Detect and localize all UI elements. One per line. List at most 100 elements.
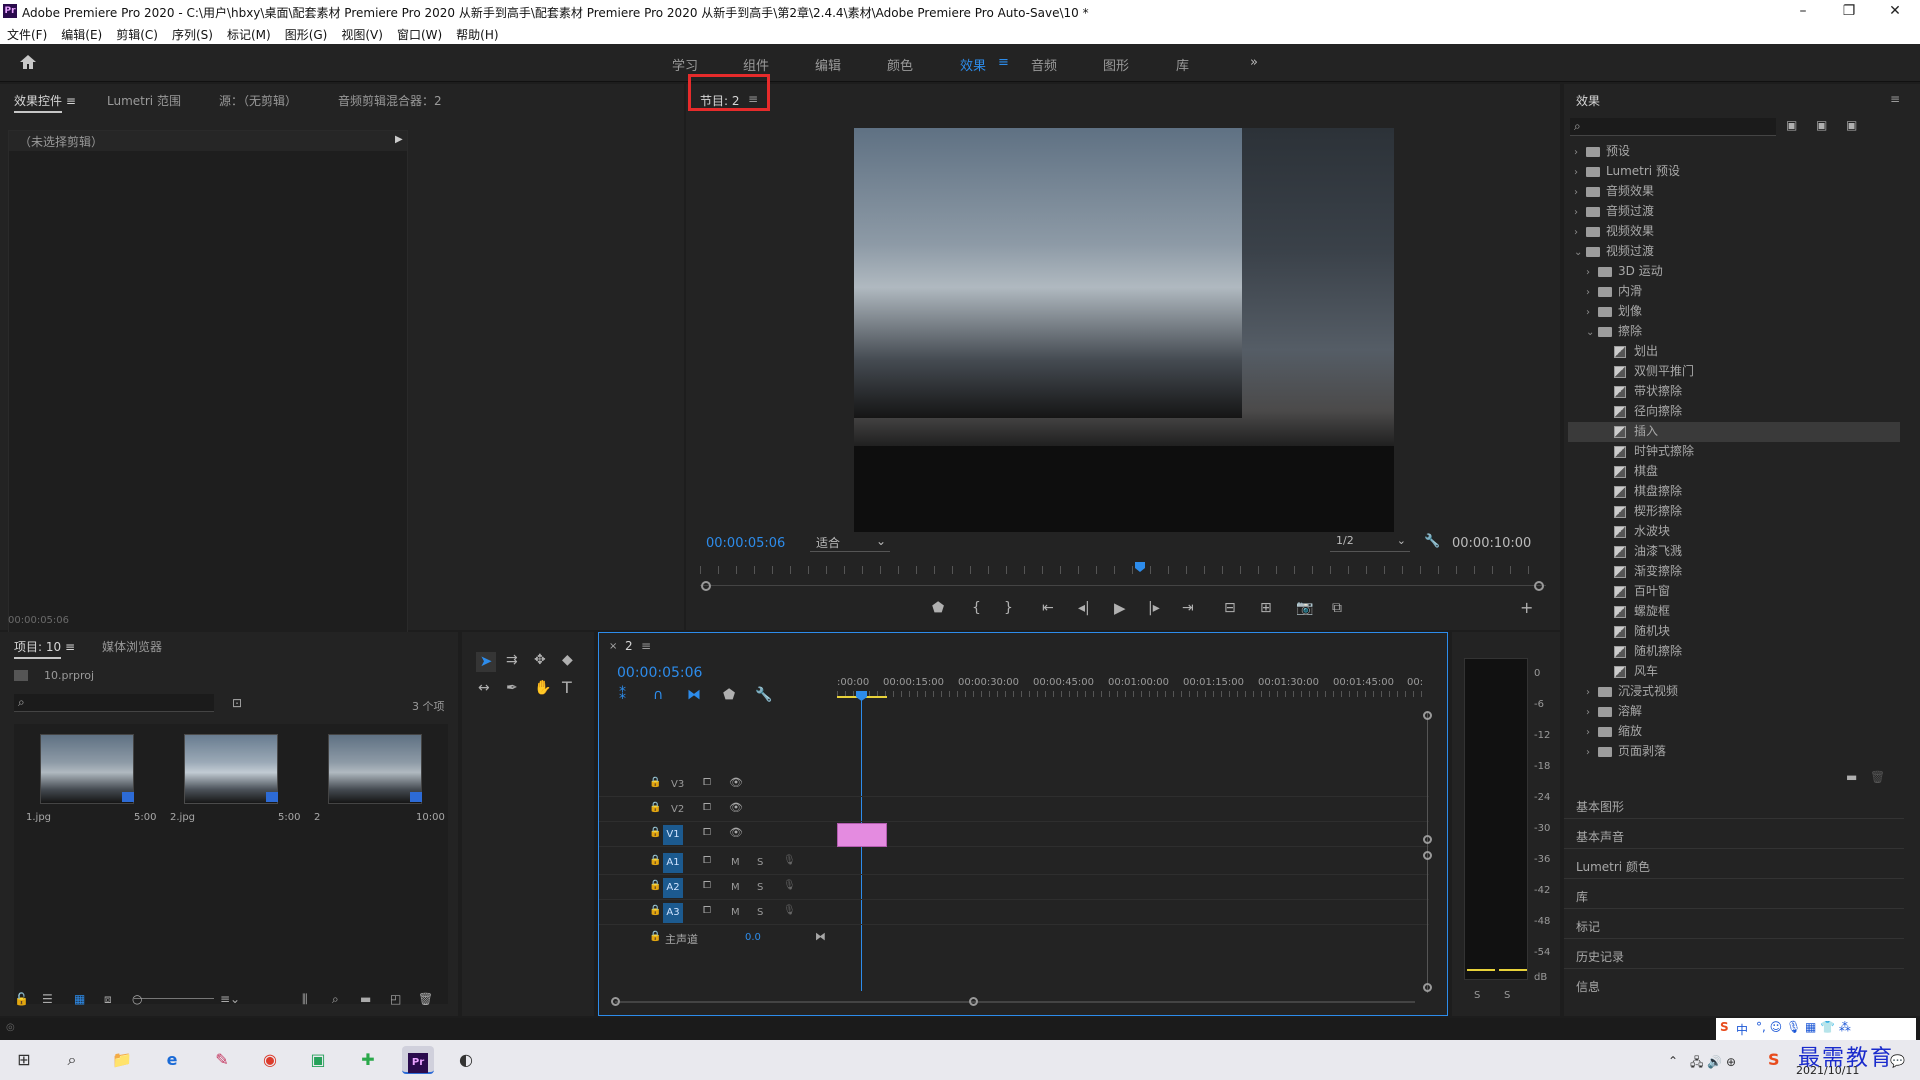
scroll-handle[interactable] xyxy=(1423,851,1432,860)
tab-lumetri-scopes[interactable]: Lumetri 范围 xyxy=(107,92,181,109)
hscroll-right-handle[interactable] xyxy=(969,997,978,1006)
project-item-2[interactable]: 2.jpg 5:00 xyxy=(162,724,302,828)
effects-transition-item[interactable]: 随机擦除 xyxy=(1568,642,1900,662)
mark-in-icon[interactable]: { xyxy=(972,600,981,616)
program-current-timecode[interactable]: 00:00:05:06 xyxy=(706,536,785,551)
effects-folder[interactable]: › 缩放 xyxy=(1568,722,1900,742)
effects-transition-item[interactable]: 棋盘 xyxy=(1568,462,1900,482)
workspace-graphics[interactable]: 图形 xyxy=(1103,55,1129,74)
workspace-assembly[interactable]: 组件 xyxy=(743,55,769,74)
pen-tool-icon[interactable]: ✒ xyxy=(506,680,518,696)
menu-file[interactable]: 文件(F) xyxy=(0,24,54,43)
tab-program[interactable]: 节目: 2 xyxy=(700,92,740,109)
project-search-input[interactable]: ⌕ xyxy=(14,694,214,712)
nest-icon[interactable]: ⁑ xyxy=(619,687,626,703)
snap-icon[interactable]: ∩ xyxy=(653,687,663,703)
chevron-right-icon[interactable]: › xyxy=(1586,687,1598,698)
chevron-right-icon[interactable]: › xyxy=(1586,727,1598,738)
tab-media-browser[interactable]: 媒体浏览器 xyxy=(102,638,162,655)
chevron-right-icon[interactable]: › xyxy=(1574,147,1586,158)
chevron-down-icon[interactable]: ⌄ xyxy=(1586,327,1598,338)
type-tool-icon[interactable]: T xyxy=(562,678,572,697)
sync-lock-icon[interactable]: ⧠ xyxy=(703,855,711,866)
solo-right-button[interactable]: S xyxy=(1504,990,1510,1001)
track-select-tool-icon[interactable]: ⇉ xyxy=(506,652,518,668)
comparison-view-icon[interactable]: ⧉ xyxy=(1332,600,1342,616)
zoom-slider-handle[interactable]: ○ xyxy=(132,992,142,1006)
mic-icon[interactable]: 🎙 xyxy=(783,855,796,866)
effects-transition-item[interactable]: 双侧平推门 xyxy=(1568,362,1900,382)
chevron-down-icon[interactable]: ⌄ xyxy=(1574,247,1586,258)
premiere-taskbar-icon[interactable]: Pr xyxy=(402,1046,434,1074)
sync-lock-icon[interactable]: ⧠ xyxy=(703,777,711,788)
tab-sequence[interactable]: 2 xyxy=(625,639,633,653)
add-marker-timeline-icon[interactable]: ⬟ xyxy=(723,687,735,703)
ime-toolbar[interactable]: S 中 °, ☺ 🎙 ▦ 👕 ⁂ xyxy=(1716,1018,1916,1040)
zoom-right-handle[interactable] xyxy=(1534,581,1544,591)
slip-tool-icon[interactable]: ↔ xyxy=(478,680,490,696)
mic-icon[interactable]: 🎙 xyxy=(783,905,796,916)
eye-icon[interactable]: 👁 xyxy=(729,826,743,839)
file-explorer-icon[interactable]: 📁 xyxy=(108,1046,136,1074)
effects-folder[interactable]: › 沉浸式视频 xyxy=(1568,682,1900,702)
chrome-icon[interactable]: ◉ xyxy=(256,1046,284,1074)
selection-tool-icon[interactable]: ➤ xyxy=(476,652,496,672)
workspace-audio[interactable]: 音频 xyxy=(1031,55,1057,74)
tray-chevron-icon[interactable]: ⌃ xyxy=(1668,1054,1678,1068)
zoom-left-handle[interactable] xyxy=(701,581,711,591)
lock-icon[interactable]: 🔒 xyxy=(649,777,661,788)
program-tab-menu-icon[interactable]: ≡ xyxy=(748,92,758,106)
trash-icon[interactable]: 🗑 xyxy=(418,992,433,1006)
workspace-effects[interactable]: 效果 xyxy=(960,55,986,74)
track-v2[interactable]: 🔒 V2 ⧠ 👁 xyxy=(599,798,1429,822)
effects-folder[interactable]: › 内滑 xyxy=(1568,282,1900,302)
effects-menu-icon[interactable]: ≡ xyxy=(1890,92,1900,106)
horizontal-scrollbar[interactable] xyxy=(615,1001,1415,1003)
track-label[interactable]: V1 xyxy=(663,825,683,845)
effects-transition-item[interactable]: 百叶窗 xyxy=(1568,582,1900,602)
project-item-sequence[interactable]: 2 10:00 xyxy=(306,724,446,828)
track-a1[interactable]: 🔒 A1 ⧠ M S 🎙 xyxy=(599,851,1429,875)
mute-button[interactable]: M xyxy=(731,857,740,868)
new-bin-search-icon[interactable]: ⊡ xyxy=(232,696,242,710)
chevron-right-icon[interactable]: › xyxy=(1574,227,1586,238)
menu-sequence[interactable]: 序列(S) xyxy=(165,24,220,43)
workspace-more-icon[interactable]: » xyxy=(1250,55,1258,70)
chevron-right-icon[interactable]: › xyxy=(1586,707,1598,718)
edge-icon[interactable]: e xyxy=(158,1046,186,1074)
timeline-settings-icon[interactable]: 🔧 xyxy=(755,687,772,703)
resolution-dropdown[interactable]: 1/2 ⌄ xyxy=(1330,534,1410,552)
ime-tools-icon[interactable]: °, ☺ 🎙 ▦ 👕 ⁂ xyxy=(1756,1020,1851,1034)
new-bin-icon[interactable]: ▬ xyxy=(1846,770,1857,784)
track-v3[interactable]: 🔒 V3 ⧠ 👁 xyxy=(599,773,1429,797)
master-volume[interactable]: 0.0 xyxy=(745,932,761,943)
effects-folder[interactable]: › 溶解 xyxy=(1568,702,1900,722)
freeform-view-icon[interactable]: ⧈ xyxy=(104,992,112,1007)
effects-folder[interactable]: › 预设 xyxy=(1568,142,1900,162)
chevron-right-icon[interactable]: › xyxy=(1586,287,1598,298)
effects-transition-item[interactable]: 径向擦除 xyxy=(1568,402,1900,422)
find-icon[interactable]: ⌕ xyxy=(332,992,339,1007)
eye-icon[interactable]: 👁 xyxy=(729,776,743,789)
tab-effect-controls[interactable]: 效果控件 xyxy=(14,94,63,113)
home-icon[interactable] xyxy=(18,53,38,71)
timeline-timecode[interactable]: 00:00:05:06 xyxy=(617,665,702,681)
scroll-handle[interactable] xyxy=(1423,983,1432,992)
go-to-out-icon[interactable]: ⇥ xyxy=(1182,600,1194,616)
32bit-effects-icon[interactable]: ▣ xyxy=(1816,118,1827,132)
scroll-handle[interactable] xyxy=(1423,711,1432,720)
track-label[interactable]: A3 xyxy=(663,903,683,923)
step-back-icon[interactable]: ◂| xyxy=(1078,600,1090,616)
eye-icon[interactable]: 👁 xyxy=(729,801,743,814)
panel-libraries[interactable]: 库 xyxy=(1576,888,1588,905)
app2-icon[interactable]: ✚ xyxy=(354,1046,382,1074)
effects-folder[interactable]: › 划像 xyxy=(1568,302,1900,322)
panel-info[interactable]: 信息 xyxy=(1576,978,1600,995)
lock-icon[interactable]: 🔓 xyxy=(14,992,29,1006)
linked-selection-icon[interactable]: ⧓ xyxy=(687,687,701,703)
app3-icon[interactable]: ◐ xyxy=(452,1046,480,1074)
panel-history[interactable]: 历史记录 xyxy=(1576,948,1624,965)
track-a3[interactable]: 🔒 A3 ⧠ M S 🎙 xyxy=(599,901,1429,925)
close-sequence-icon[interactable]: × xyxy=(609,641,617,652)
program-time-ruler[interactable] xyxy=(700,562,1546,586)
